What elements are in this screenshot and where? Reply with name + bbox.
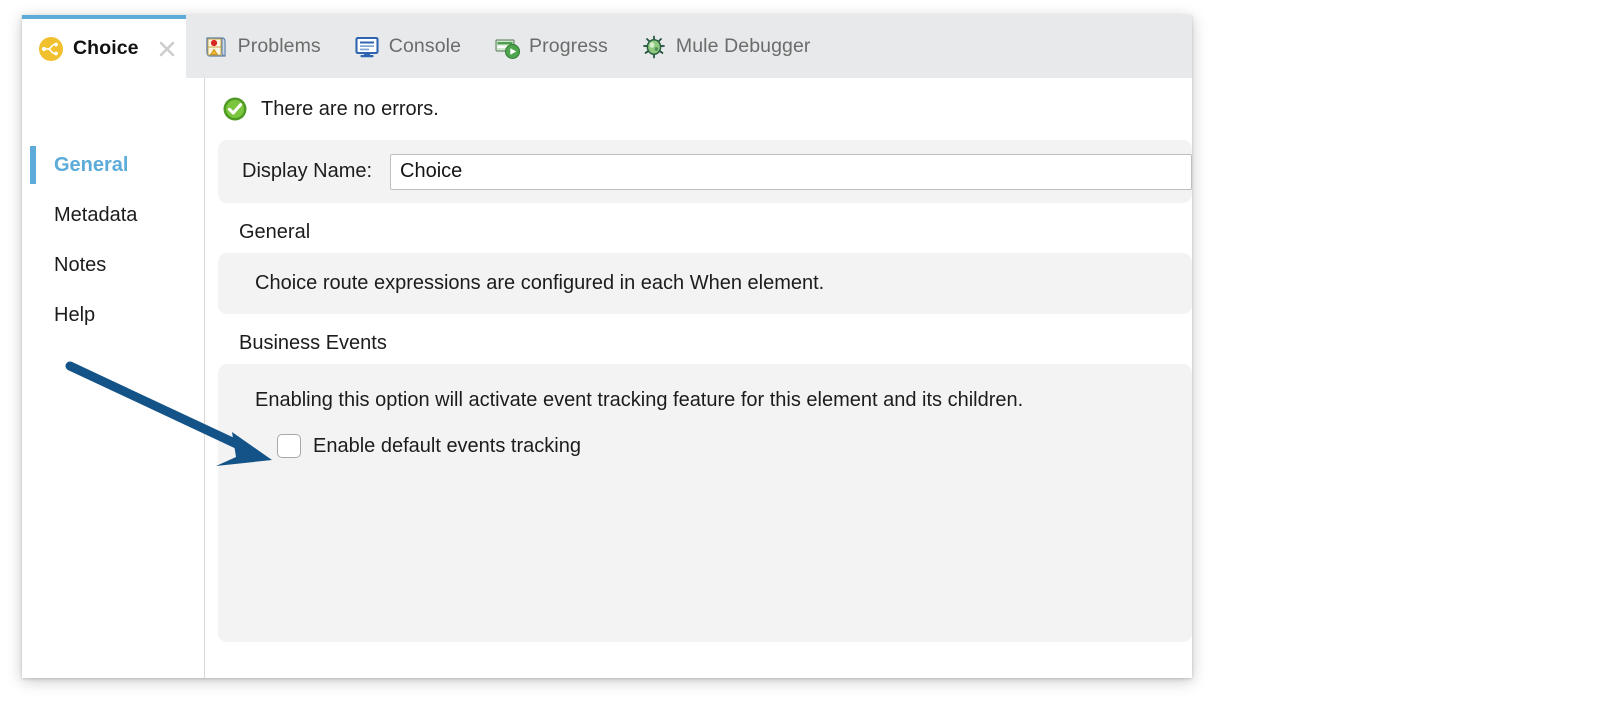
display-name-input[interactable]: [390, 154, 1192, 190]
tab-bar: Choice: [22, 15, 1192, 78]
sidebar-item-general[interactable]: General: [22, 140, 204, 190]
section-title-business-events: Business Events: [218, 314, 1192, 364]
enable-default-events-tracking-label: Enable default events tracking: [313, 435, 581, 458]
display-name-label: Display Name:: [242, 160, 372, 183]
business-events-box: Enabling this option will activate event…: [218, 364, 1192, 642]
sidebar-item-label: Help: [54, 304, 95, 327]
general-description: Choice route expressions are configured …: [255, 272, 824, 295]
tab-mule-debugger[interactable]: Mule Debugger: [624, 15, 827, 78]
tab-label: Problems: [238, 35, 321, 58]
tab-choice[interactable]: Choice: [22, 15, 186, 78]
tab-label: Choice: [73, 37, 139, 60]
status-text: There are no errors.: [261, 98, 439, 121]
sidebar-item-label: General: [54, 154, 128, 177]
tab-progress[interactable]: Progress: [477, 15, 624, 78]
success-check-icon: [222, 96, 248, 122]
sidebar-item-help[interactable]: Help: [22, 290, 204, 340]
bug-icon: [641, 34, 667, 60]
properties-panel: Choice: [22, 15, 1192, 678]
general-info-box: Choice route expressions are configured …: [218, 253, 1192, 314]
sidebar-item-notes[interactable]: Notes: [22, 240, 204, 290]
tab-problems[interactable]: Problems: [186, 15, 337, 78]
tab-label: Console: [389, 35, 461, 58]
properties-content: There are no errors. Display Name: Gener…: [205, 78, 1192, 678]
screenshot-stage: Choice: [0, 0, 1618, 704]
console-icon: [354, 34, 380, 60]
choice-icon: [38, 36, 64, 62]
sidebar-item-label: Metadata: [54, 204, 137, 227]
tab-label: Mule Debugger: [676, 35, 811, 58]
panel-body: General Metadata Notes Help: [22, 78, 1192, 678]
close-icon[interactable]: [156, 38, 178, 60]
tab-console[interactable]: Console: [337, 15, 477, 78]
sidebar-item-label: Notes: [54, 254, 106, 277]
enable-default-events-tracking-row[interactable]: Enable default events tracking: [255, 434, 1172, 458]
enable-default-events-tracking-checkbox[interactable]: [277, 434, 301, 458]
properties-sidebar: General Metadata Notes Help: [22, 78, 205, 678]
tab-label: Progress: [529, 35, 608, 58]
sidebar-item-metadata[interactable]: Metadata: [22, 190, 204, 240]
status-row: There are no errors.: [218, 78, 1192, 140]
problems-icon: [203, 34, 229, 60]
business-events-description: Enabling this option will activate event…: [255, 388, 1172, 413]
section-title-general: General: [218, 203, 1192, 253]
display-name-group: Display Name:: [218, 140, 1192, 203]
progress-icon: [494, 34, 520, 60]
